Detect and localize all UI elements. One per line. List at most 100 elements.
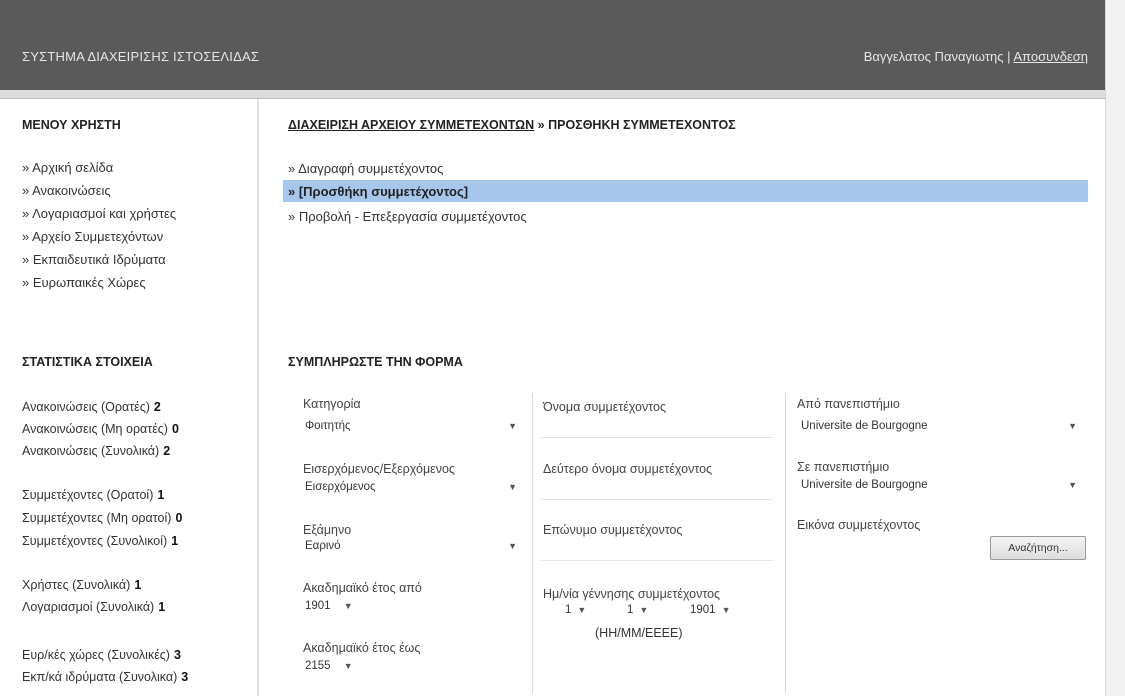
header-strip (0, 90, 1105, 99)
category-value: Φοιτητής (305, 420, 351, 432)
stat-label: Λογαριασμοί (Συνολικά) (22, 600, 155, 614)
semester-select[interactable]: Εαρινό ▼ (301, 536, 523, 556)
chevron-down-icon: ▼ (343, 661, 353, 671)
user-area: Βαγγελατος Παναγιωτης | Αποσυνδεση (864, 49, 1088, 64)
sidebar-item-announcements[interactable]: » Ανακοινώσεις (22, 183, 111, 198)
stat-value: 3 (181, 670, 189, 684)
stat-value: 1 (171, 534, 179, 548)
stat-label: Συμμετέχοντες (Συνολικοί) (22, 534, 168, 548)
last-name-label: Επώνυμο συμμετέχοντος (543, 523, 683, 537)
birth-day-value: 1 (565, 604, 572, 616)
stat-label: Ανακοινώσεις (Μη ορατές) (22, 422, 168, 436)
header-bar: ΣΥΣΤΗΜΑ ΔΙΑΧΕΙΡΙΣΗΣ ΙΣΤΟΣΕΛΙΔΑΣ Βαγγελατ… (0, 0, 1105, 90)
direction-label: Εισερχόμενος/Εξερχόμενος (303, 462, 455, 476)
stat-label: Ευρ/κές χώρες (Συνολικές) (22, 648, 170, 662)
stat-value: 2 (163, 444, 171, 458)
to-university-select[interactable]: Universite de Bourgogne ▼ (797, 475, 1083, 495)
chevron-down-icon: ▼ (1068, 421, 1077, 431)
birth-year-select[interactable]: 1901 ▼ (690, 604, 731, 616)
delete-participant-link[interactable]: » Διαγραφή συμμετέχοντος (288, 161, 443, 176)
chevron-down-icon: ▼ (508, 482, 517, 492)
breadcrumb-separator: » (534, 118, 549, 132)
semester-value: Εαρινό (305, 540, 341, 552)
stat-value: 0 (171, 422, 179, 436)
stat-countries-total: Ευρ/κές χώρες (Συνολικές) 3 (22, 648, 181, 662)
middle-name-input[interactable] (541, 480, 773, 500)
stat-value: 3 (173, 648, 181, 662)
logout-link[interactable]: Αποσυνδεση (1013, 49, 1088, 64)
chevron-down-icon: ▼ (577, 605, 587, 615)
column-divider (532, 393, 533, 693)
chevron-down-icon: ▼ (721, 605, 731, 615)
year-to-value: 2155 (305, 660, 331, 672)
chevron-down-icon: ▼ (639, 605, 649, 615)
column-divider (785, 393, 786, 693)
chevron-down-icon: ▼ (508, 541, 517, 551)
to-university-value: Universite de Bourgogne (801, 479, 928, 491)
direction-select[interactable]: Εισερχόμενος ▼ (301, 477, 523, 497)
sidebar-item-home[interactable]: » Αρχική σελίδα (22, 160, 113, 175)
stat-label: Συμμετέχοντες (Μη ορατοί) (22, 511, 172, 525)
category-label: Κατηγορία (303, 397, 361, 411)
date-format-hint: (ΗΗ/ΜΜ/ΕΕΕΕ) (595, 626, 683, 640)
stat-participants-visible: Συμμετέχοντες (Ορατοί) 1 (22, 488, 164, 502)
user-name: Βαγγελατος Παναγιωτης (863, 49, 1004, 64)
stat-label: Χρήστες (Συνολικά) (22, 578, 131, 592)
direction-value: Εισερχόμενος (305, 481, 376, 493)
stat-label: Ανακοινώσεις (Συνολικά) (22, 444, 160, 458)
stat-announcements-visible: Ανακοινώσεις (Ορατές) 2 (22, 400, 161, 414)
from-university-label: Από πανεπιστήμιο (797, 397, 900, 411)
stat-value: 1 (157, 488, 165, 502)
breadcrumb-parent-link[interactable]: ΔΙΑΧΕΙΡΙΣΗ ΑΡΧΕΙΟΥ ΣΥΜΜΕΤΕΧΟΝΤΩΝ (288, 118, 534, 132)
chevron-down-icon: ▼ (343, 601, 353, 611)
year-from-value: 1901 (305, 600, 331, 612)
birth-month-value: 1 (627, 604, 634, 616)
sidebar-divider (257, 99, 259, 696)
category-select[interactable]: Φοιτητής ▼ (301, 416, 523, 436)
stat-accounts-total: Λογαριασμοί (Συνολικά) 1 (22, 600, 165, 614)
breadcrumb-current: ΠΡΟΣΘΗΚΗ ΣΥΜΜΕΤΕΧΟΝΤΟΣ (548, 118, 736, 132)
first-name-label: Όνομα συμμετέχοντος (543, 400, 666, 414)
stat-label: Ανακοινώσεις (Ορατές) (22, 400, 150, 414)
year-from-select[interactable]: 1901 ▼ (301, 596, 353, 616)
stat-announcements-total: Ανακοινώσεις (Συνολικά) 2 (22, 444, 170, 458)
birth-day-select[interactable]: 1 ▼ (565, 604, 586, 616)
add-participant-link[interactable]: » [Προσθήκη συμμετέχοντος] (288, 184, 468, 199)
semester-label: Εξάμηνο (303, 523, 352, 537)
last-name-input[interactable] (541, 541, 773, 561)
sidebar-item-participants-archive[interactable]: » Αρχείο Συμμετεχόντων (22, 229, 163, 244)
chevron-down-icon: ▼ (508, 421, 517, 431)
stat-value: 1 (134, 578, 142, 592)
birth-year-value: 1901 (690, 604, 716, 616)
user-separator: | (1007, 49, 1011, 64)
view-edit-participant-link[interactable]: » Προβολή - Επεξεργασία συμμετέχοντος (288, 209, 527, 224)
stat-value: 1 (158, 600, 166, 614)
stat-institutions-total: Εκπ/κά ιδρύματα (Συνολικα) 3 (22, 670, 188, 684)
sidebar-item-countries[interactable]: » Ευρωπαικές Χώρες (22, 275, 146, 290)
birthdate-label: Ημ/νία γέννησης συμμετέχοντος (543, 587, 721, 601)
browse-button[interactable]: Αναζήτηση... (990, 536, 1086, 560)
from-university-select[interactable]: Universite de Bourgogne ▼ (797, 416, 1083, 436)
form-heading: ΣΥΜΠΛΗΡΩΣΤΕ ΤΗΝ ΦΟΡΜΑ (288, 355, 463, 369)
year-from-label: Ακαδημαϊκό έτος από (303, 581, 422, 595)
stat-label: Συμμετέχοντες (Ορατοί) (22, 488, 154, 502)
sidebar-item-accounts-users[interactable]: » Λογαριασμοί και χρήστες (22, 206, 176, 221)
image-label: Εικόνα συμμετέχοντος (797, 518, 921, 532)
stat-participants-total: Συμμετέχοντες (Συνολικοί) 1 (22, 534, 178, 548)
stat-participants-hidden: Συμμετέχοντες (Μη ορατοί) 0 (22, 511, 182, 525)
birth-month-select[interactable]: 1 ▼ (627, 604, 648, 616)
stat-value: 0 (175, 511, 183, 525)
breadcrumb: ΔΙΑΧΕΙΡΙΣΗ ΑΡΧΕΙΟΥ ΣΥΜΜΕΤΕΧΟΝΤΩΝ » ΠΡΟΣΘ… (288, 118, 736, 132)
stat-label: Εκπ/κά ιδρύματα (Συνολικα) (22, 670, 178, 684)
stat-value: 2 (153, 400, 161, 414)
first-name-input[interactable] (541, 418, 773, 438)
sidebar-item-institutions[interactable]: » Εκπαιδευτικά Ιδρύματα (22, 252, 166, 267)
stats-heading: ΣΤΑΤΙΣΤΙΚΑ ΣΤΟΙΧΕΙΑ (22, 355, 153, 369)
year-to-label: Ακαδημαϊκό έτος έως (303, 641, 421, 655)
chevron-down-icon: ▼ (1068, 480, 1077, 490)
app-title: ΣΥΣΤΗΜΑ ΔΙΑΧΕΙΡΙΣΗΣ ΙΣΤΟΣΕΛΙΔΑΣ (22, 49, 260, 64)
stat-users-total: Χρήστες (Συνολικά) 1 (22, 578, 141, 592)
to-university-label: Σε πανεπιστήμιο (797, 460, 890, 474)
year-to-select[interactable]: 2155 ▼ (301, 656, 353, 676)
stat-announcements-hidden: Ανακοινώσεις (Μη ορατές) 0 (22, 422, 179, 436)
